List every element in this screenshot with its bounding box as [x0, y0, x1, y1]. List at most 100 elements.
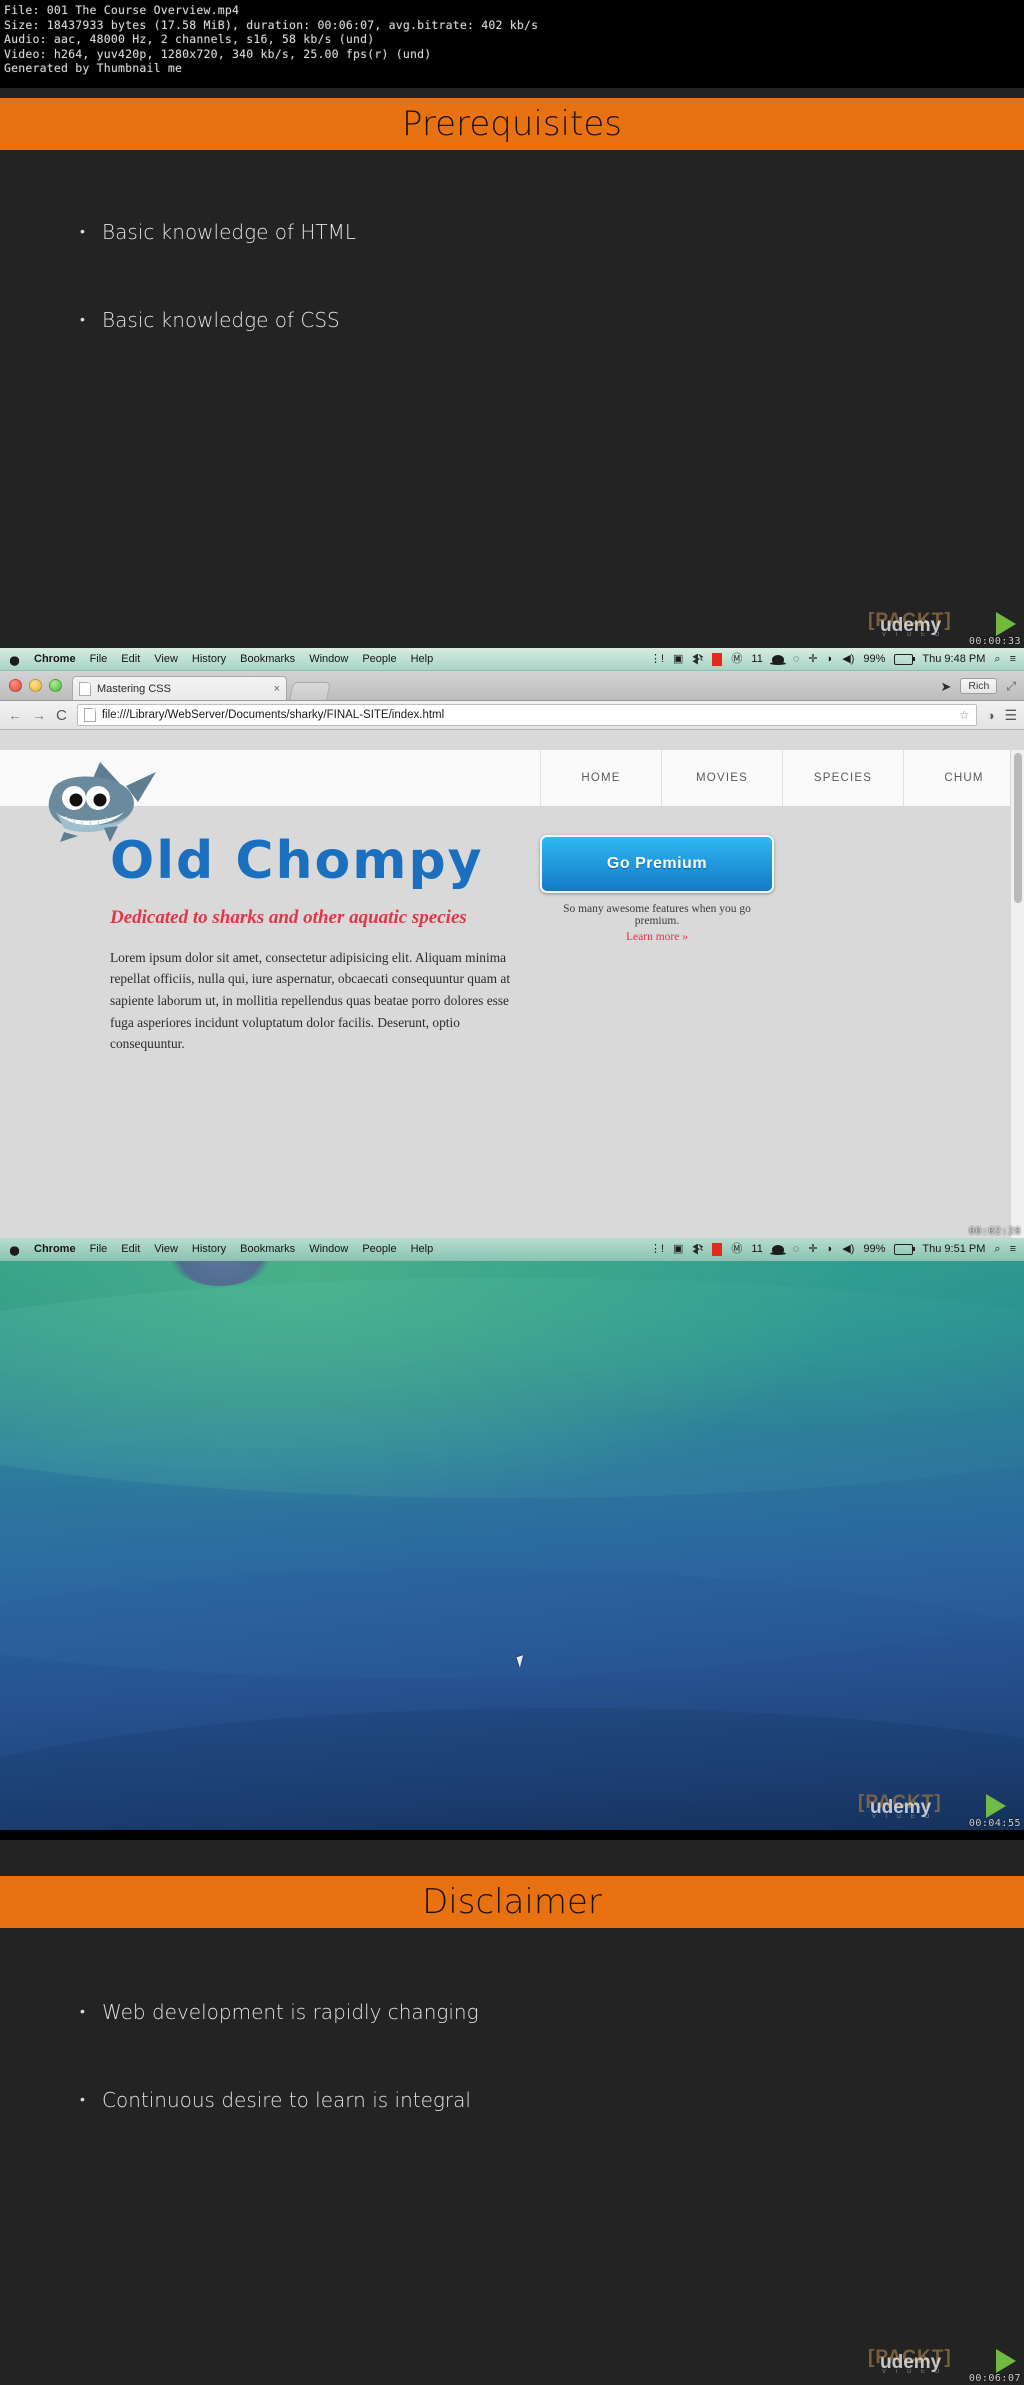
menu-bar-status: ⋮! ▣ Ⓜ 11 ◌ ✛ ◗ ◀) 99% Thu 9:51 PM ⌕ ≡: [650, 1242, 1024, 1256]
menu-item-help[interactable]: Help: [411, 653, 434, 665]
slide-title: Disclaimer: [422, 1882, 602, 1922]
spotlight-search-icon[interactable]: ⌕: [994, 653, 1000, 665]
scrollbar-thumb[interactable]: [1014, 753, 1022, 903]
slide-disclaimer: Disclaimer • Web development is rapidly …: [0, 1840, 1024, 2385]
play-triangle-icon: [996, 612, 1016, 636]
layers-count: 11: [751, 653, 763, 665]
bullet-text: Continuous desire to learn is integral: [102, 2088, 471, 2112]
menu-bar-clock[interactable]: Thu 9:48 PM: [922, 653, 985, 665]
nav-item-species[interactable]: SPECIES: [782, 750, 903, 806]
nav-item-chum[interactable]: CHUM: [903, 750, 1024, 806]
layers-icon[interactable]: Ⓜ: [731, 653, 742, 665]
airplay-icon[interactable]: ▣: [673, 653, 683, 665]
close-window-button[interactable]: [9, 679, 22, 692]
network-icon[interactable]: ⋮!: [650, 1243, 664, 1255]
network-icon[interactable]: ⋮!: [650, 653, 664, 665]
tab-close-icon[interactable]: ×: [274, 683, 280, 695]
volume-icon[interactable]: ◀): [842, 653, 854, 665]
slide-bullet: • Continuous desire to learn is integral: [80, 2086, 479, 2114]
premium-subtext: So many awesome features when you go pre…: [563, 903, 751, 927]
thumbnail-frame-3[interactable]: Chrome File Edit View History Bookmarks …: [0, 1238, 1024, 1830]
menu-item-window[interactable]: Window: [309, 653, 348, 665]
menu-item-history[interactable]: History: [192, 1243, 226, 1255]
apple-logo-icon[interactable]: [9, 1242, 20, 1256]
bullet-dot-icon: •: [80, 224, 85, 240]
info-line-file: File: 001 The Course Overview.mp4: [4, 3, 240, 17]
learn-more-link[interactable]: Learn more »: [540, 931, 774, 943]
battery-icon[interactable]: [894, 653, 916, 665]
wifi-icon[interactable]: ◗: [827, 653, 834, 665]
thumbnail-frame-1[interactable]: Prerequisites • Basic knowledge of HTML …: [0, 88, 1024, 648]
shark-logo-icon[interactable]: [30, 756, 160, 842]
page-scrollbar[interactable]: [1010, 750, 1024, 1238]
mac-menu-bar[interactable]: Chrome File Edit View History Bookmarks …: [0, 648, 1024, 671]
fullscreen-icon[interactable]: ⤢: [1006, 680, 1016, 692]
menu-item-view[interactable]: View: [154, 653, 178, 665]
browser-tab[interactable]: Mastering CSS ×: [72, 676, 287, 700]
chrome-menu-icon[interactable]: ☰: [1004, 707, 1017, 724]
new-tab-button[interactable]: [289, 682, 331, 700]
bookmark-star-icon[interactable]: ☆: [959, 708, 970, 722]
recorder-icon[interactable]: [712, 1242, 723, 1256]
zoom-window-button[interactable]: [49, 679, 62, 692]
recorder-icon[interactable]: [712, 652, 723, 666]
nav-item-home[interactable]: HOME: [540, 750, 661, 806]
menu-item-help[interactable]: Help: [411, 1243, 434, 1255]
layers-icon[interactable]: Ⓜ: [731, 1243, 742, 1255]
clock-icon[interactable]: ◌: [793, 653, 800, 665]
menu-item-people[interactable]: People: [362, 1243, 396, 1255]
hero-cta-column: Go Premium So many awesome features when…: [520, 835, 1024, 1055]
menu-item-chrome[interactable]: Chrome: [34, 1243, 76, 1255]
minimize-window-button[interactable]: [29, 679, 42, 692]
dropbox-icon[interactable]: [692, 653, 704, 665]
airplay-icon[interactable]: ▣: [673, 1243, 683, 1255]
page-favicon-icon: [83, 708, 96, 722]
bluetooth-icon[interactable]: ✛: [808, 653, 817, 665]
site-subheading: Dedicated to sharks and other aquatic sp…: [110, 907, 467, 928]
menu-item-file[interactable]: File: [90, 1243, 108, 1255]
menu-item-bookmarks[interactable]: Bookmarks: [240, 1243, 295, 1255]
address-bar[interactable]: file:///Library/WebServer/Documents/shar…: [76, 704, 977, 726]
chrome-omnibox-row: ← → C file:///Library/WebServer/Document…: [0, 701, 1024, 730]
forward-button[interactable]: →: [32, 708, 46, 722]
thumbnail-frame-4[interactable]: Disclaimer • Web development is rapidly …: [0, 1840, 1024, 2385]
menu-item-edit[interactable]: Edit: [121, 653, 140, 665]
frame-timestamp: 00:06:07: [968, 2373, 1021, 2384]
go-premium-button[interactable]: Go Premium: [540, 835, 774, 893]
back-button[interactable]: ←: [8, 708, 22, 722]
dropbox-icon[interactable]: [692, 1243, 704, 1255]
spotlight-search-icon[interactable]: ⌕: [994, 1243, 1000, 1255]
menu-bar-clock[interactable]: Thu 9:51 PM: [922, 1243, 985, 1255]
slide-title: Prerequisites: [402, 104, 622, 144]
profile-chip[interactable]: Rich: [960, 678, 998, 694]
notification-center-icon[interactable]: ≡: [1010, 653, 1016, 665]
site-paragraph: Lorem ipsum dolor sit amet, consectetur …: [110, 949, 511, 1052]
clock-icon[interactable]: ◌: [793, 1243, 800, 1255]
volume-icon[interactable]: ◀): [842, 1243, 854, 1255]
address-bar-url: file:///Library/WebServer/Documents/shar…: [101, 709, 445, 721]
bluetooth-icon[interactable]: ✛: [808, 1243, 817, 1255]
menu-item-file[interactable]: File: [90, 653, 108, 665]
apple-logo-icon[interactable]: [9, 652, 20, 666]
reload-button[interactable]: C: [56, 708, 67, 723]
menu-bar-left: Chrome File Edit View History Bookmarks …: [0, 652, 434, 666]
menu-item-chrome[interactable]: Chrome: [34, 653, 76, 665]
bowler-hat-icon[interactable]: [769, 654, 786, 665]
thumbnail-frame-2[interactable]: Chrome File Edit View History Bookmarks …: [0, 648, 1024, 1238]
menu-item-view[interactable]: View: [154, 1243, 178, 1255]
frame-timestamp: 00:00:33: [968, 636, 1021, 647]
menu-item-edit[interactable]: Edit: [121, 1243, 140, 1255]
mac-menu-bar[interactable]: Chrome File Edit View History Bookmarks …: [0, 1238, 1024, 1261]
menu-item-history[interactable]: History: [192, 653, 226, 665]
frame-timestamp: 00:02:28: [968, 1226, 1021, 1237]
bowler-hat-icon[interactable]: [769, 1244, 786, 1255]
notification-center-icon[interactable]: ≡: [1010, 1243, 1016, 1255]
menu-item-bookmarks[interactable]: Bookmarks: [240, 653, 295, 665]
extension-icon[interactable]: ◑: [987, 708, 995, 723]
video-info-block: File: 001 The Course Overview.mp4 Size: …: [0, 0, 1024, 88]
menu-item-people[interactable]: People: [362, 653, 396, 665]
menu-item-window[interactable]: Window: [309, 1243, 348, 1255]
battery-icon[interactable]: [894, 1243, 916, 1255]
nav-item-movies[interactable]: MOVIES: [661, 750, 782, 806]
wifi-icon[interactable]: ◗: [827, 1243, 834, 1255]
